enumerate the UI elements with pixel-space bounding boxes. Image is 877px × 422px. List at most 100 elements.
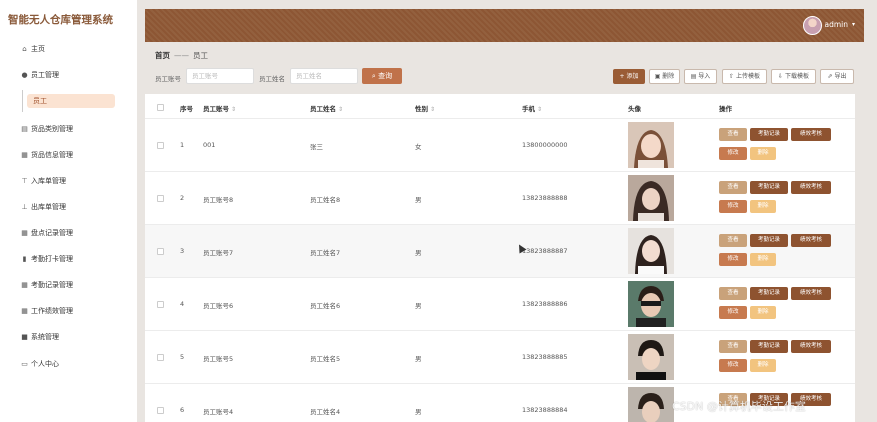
sort-icon: ⇕ <box>537 106 543 113</box>
sidebar-item-label: 个人中心 <box>31 360 59 368</box>
delete-row-button[interactable]: 删除 <box>750 200 776 213</box>
performance-button[interactable]: 绩效考核 <box>791 234 831 247</box>
sidebar-item-performance[interactable]: ▦ 工作绩效管理 <box>0 303 137 319</box>
add-button[interactable]: + 添加 <box>613 69 645 84</box>
name-search-input[interactable]: 员工姓名 <box>290 68 358 84</box>
sidebar-item-employee[interactable]: ● 员工管理 <box>0 67 137 83</box>
row-checkbox[interactable] <box>157 354 164 361</box>
grid-icon: ▦ <box>21 307 28 315</box>
cell-index: 2 <box>180 194 185 202</box>
cell-name: 员工姓名5 <box>310 355 341 363</box>
cell-index: 1 <box>180 141 185 149</box>
cell-index: 3 <box>180 247 185 255</box>
sidebar-item-profile[interactable]: ▭ 个人中心 <box>0 356 137 372</box>
edit-button[interactable]: 修改 <box>719 359 747 372</box>
account-search-input[interactable]: 员工账号 <box>186 68 254 84</box>
account-search-label: 员工账号 <box>155 75 181 83</box>
column-header-phone[interactable]: 手机 ⇕ <box>522 103 542 113</box>
sidebar-item-inventory[interactable]: ▦ 盘点记录管理 <box>0 225 137 241</box>
sidebar-item-system[interactable]: ■ 系统管理 <box>0 329 137 345</box>
employee-photo <box>628 281 674 327</box>
upload-icon: ⇧ <box>729 73 735 80</box>
attendance-record-button[interactable]: 考勤记录 <box>750 234 788 247</box>
edit-button[interactable]: 修改 <box>719 200 747 213</box>
cell-gender: 男 <box>415 355 422 363</box>
table-row: 2 员工账号8 员工姓名8 男 13823888888 查看 考勤记录 绩效考核… <box>145 171 855 224</box>
view-button[interactable]: 查看 <box>719 340 747 353</box>
cell-account: 员工账号4 <box>203 408 234 416</box>
attendance-record-button[interactable]: 考勤记录 <box>750 181 788 194</box>
sidebar-item-goods-category[interactable]: ▤ 货品类别管理 <box>0 121 137 137</box>
cell-phone: 13823888888 <box>522 194 568 202</box>
sidebar-item-label: 出库单管理 <box>31 203 66 211</box>
performance-button[interactable]: 绩效考核 <box>791 287 831 300</box>
user-name[interactable]: admin <box>825 20 849 29</box>
row-checkbox[interactable] <box>157 407 164 414</box>
cell-gender: 男 <box>415 408 422 416</box>
performance-button[interactable]: 绩效考核 <box>791 181 831 194</box>
edit-button[interactable]: 修改 <box>719 147 747 160</box>
view-button[interactable]: 查看 <box>719 234 747 247</box>
employee-photo <box>628 228 674 274</box>
delete-button[interactable]: ▣ 删除 <box>649 69 680 84</box>
import-icon: ▤ <box>690 73 697 80</box>
row-checkbox[interactable] <box>157 195 164 202</box>
view-button[interactable]: 查看 <box>719 181 747 194</box>
sidebar: 智能无人仓库管理系统 ⌂ 主页 ● 员工管理 员工 ▤ 货品类别管理 ▦ 货品信… <box>0 0 137 422</box>
delete-row-button[interactable]: 删除 <box>750 306 776 319</box>
select-all-checkbox[interactable] <box>157 104 164 111</box>
cell-gender: 男 <box>415 249 422 257</box>
edit-button[interactable]: 修改 <box>719 306 747 319</box>
sidebar-subitem-employee[interactable]: 员工 <box>27 94 115 108</box>
sidebar-item-label: 盘点记录管理 <box>31 229 73 237</box>
attendance-record-button[interactable]: 考勤记录 <box>750 340 788 353</box>
column-header-account[interactable]: 员工账号 ⇕ <box>203 103 236 113</box>
export-button[interactable]: ⇗ 导出 <box>820 69 854 84</box>
delete-row-button[interactable]: 删除 <box>750 253 776 266</box>
view-button[interactable]: 查看 <box>719 287 747 300</box>
delete-row-button[interactable]: 删除 <box>750 359 776 372</box>
sidebar-item-inbound[interactable]: ⊤ 入库单管理 <box>0 173 137 189</box>
cell-account: 员工账号8 <box>203 196 234 204</box>
system-icon: ■ <box>21 333 28 341</box>
cell-index: 4 <box>180 300 185 308</box>
cell-gender: 男 <box>415 196 422 204</box>
edit-button[interactable]: 修改 <box>719 253 747 266</box>
row-checkbox[interactable] <box>157 248 164 255</box>
search-button[interactable]: ⌕ 查询 <box>362 68 402 84</box>
column-header-index: 序号 <box>180 105 193 113</box>
view-button[interactable]: 查看 <box>719 128 747 141</box>
performance-button[interactable]: 绩效考核 <box>791 128 831 141</box>
cell-index: 6 <box>180 406 185 414</box>
sidebar-item-goods-info[interactable]: ▦ 货品信息管理 <box>0 147 137 163</box>
grid-icon: ▦ <box>21 229 28 237</box>
name-search-label: 员工姓名 <box>259 75 285 83</box>
performance-button[interactable]: 绩效考核 <box>791 340 831 353</box>
attendance-record-button[interactable]: 考勤记录 <box>750 128 788 141</box>
column-header-name[interactable]: 员工姓名 ⇕ <box>310 103 343 113</box>
chevron-down-icon[interactable]: ▾ <box>852 21 855 28</box>
upload-template-button[interactable]: ⇧ 上传模板 <box>722 69 767 84</box>
cell-name: 员工姓名6 <box>310 302 341 310</box>
sidebar-item-attendance[interactable]: ▦ 考勤记录管理 <box>0 277 137 293</box>
user-avatar[interactable] <box>803 16 822 35</box>
grid-icon: ▦ <box>21 151 28 159</box>
employee-photo <box>628 387 674 422</box>
attendance-record-button[interactable]: 考勤记录 <box>750 287 788 300</box>
sidebar-item-home[interactable]: ⌂ 主页 <box>0 41 137 57</box>
row-checkbox[interactable] <box>157 142 164 149</box>
submenu-line <box>22 90 23 112</box>
breadcrumb-home[interactable]: 首页 <box>155 51 170 60</box>
sidebar-item-label: 工作绩效管理 <box>31 307 73 315</box>
cell-gender: 男 <box>415 302 422 310</box>
download-template-button[interactable]: ⇩ 下载模板 <box>771 69 816 84</box>
sidebar-item-clock-in[interactable]: ▮ 考勤打卡管理 <box>0 251 137 267</box>
table-row: 1 001 张三 女 13800000000 查看 考勤记录 绩效考核 修改 删… <box>145 118 855 171</box>
sort-icon: ⇕ <box>430 106 436 113</box>
sidebar-item-label: 考勤记录管理 <box>31 281 73 289</box>
sidebar-item-outbound[interactable]: ⊥ 出库单管理 <box>0 199 137 215</box>
column-header-gender[interactable]: 性别 ⇕ <box>415 103 435 113</box>
row-checkbox[interactable] <box>157 301 164 308</box>
import-button[interactable]: ▤ 导入 <box>684 69 717 84</box>
delete-row-button[interactable]: 删除 <box>750 147 776 160</box>
